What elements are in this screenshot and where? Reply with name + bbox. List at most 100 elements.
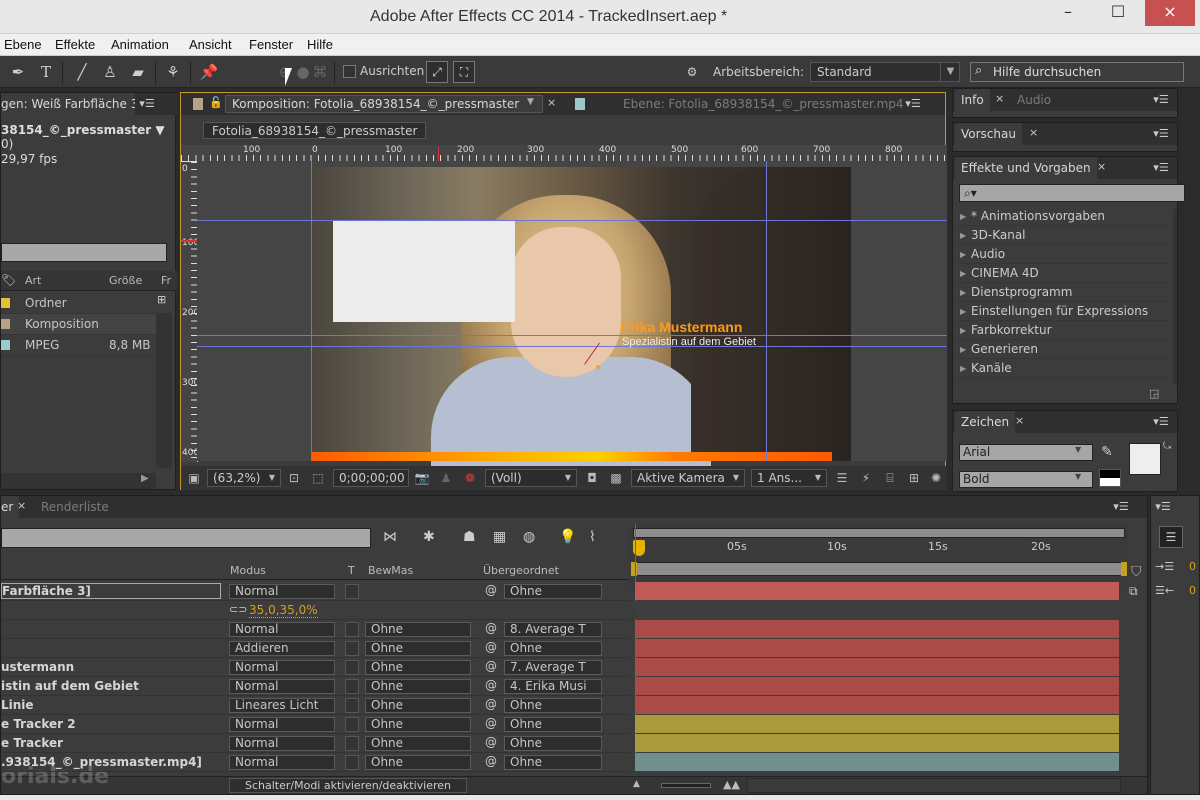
- font-family-select[interactable]: Arial: [959, 444, 1093, 461]
- font-style-select[interactable]: Bold: [959, 471, 1093, 488]
- flowchart-icon[interactable]: ⊞: [905, 469, 923, 487]
- effects-category[interactable]: ▶ Audio: [955, 245, 1170, 264]
- parent-select[interactable]: 4. Erika Musi: [504, 679, 602, 694]
- track-matte-select[interactable]: Ohne: [365, 717, 471, 732]
- close-tab-icon[interactable]: ×: [1015, 414, 1024, 427]
- effects-category[interactable]: ▶ Farbkorrektur: [955, 321, 1170, 340]
- tab-composition[interactable]: Komposition: Fotolia_68938154_©_pressmas…: [225, 95, 543, 113]
- track-matte-select[interactable]: Ohne: [365, 679, 471, 694]
- layer-name[interactable]: .938154_©_pressmaster.mp4]: [1, 755, 202, 769]
- comp-breadcrumb[interactable]: Fotolia_68938154_©_pressmaster: [203, 122, 427, 139]
- track-matte-select[interactable]: Ohne: [365, 641, 471, 656]
- effects-category[interactable]: ▶ Dienstprogramm: [955, 283, 1170, 302]
- panel-menu-icon[interactable]: ▾☰: [1151, 413, 1171, 431]
- effects-category[interactable]: ▶ * Animationsvorgaben: [955, 207, 1170, 226]
- panel-menu-icon[interactable]: ▾☰: [903, 95, 923, 113]
- roto-brush-tool-icon[interactable]: ⚘: [163, 62, 183, 82]
- layer-duration-bar[interactable]: [635, 715, 1119, 733]
- close-tab-icon[interactable]: ×: [547, 96, 556, 109]
- preserve-transparency-checkbox[interactable]: [345, 736, 359, 751]
- draft-3d-icon[interactable]: ✱: [423, 529, 435, 545]
- work-area-end-handle[interactable]: [1121, 562, 1127, 576]
- panel-menu-icon[interactable]: ▾☰: [137, 95, 157, 113]
- panel-menu-icon[interactable]: ▾☰: [1151, 125, 1171, 143]
- comp-button-icon[interactable]: ⧉: [1129, 584, 1138, 599]
- view-axis-icon[interactable]: ⌘: [310, 62, 330, 82]
- motion-blur-icon[interactable]: ◍: [523, 529, 535, 545]
- close-tab-icon[interactable]: ×: [995, 92, 1004, 105]
- parent-pickwhip-icon[interactable]: @: [485, 678, 497, 692]
- parent-select[interactable]: Ohne: [504, 584, 602, 599]
- layer-name[interactable]: Farbfläche 3]: [1, 583, 221, 599]
- parent-pickwhip-icon[interactable]: @: [485, 697, 497, 711]
- project-row[interactable]: MPEG 8,8 MB: [1, 335, 156, 356]
- layer-row[interactable]: e Tracker 2 Normal Ohne @ Ohne: [1, 715, 629, 734]
- layer-duration-bar[interactable]: [635, 696, 1119, 714]
- workspace-select[interactable]: Standard: [810, 62, 960, 82]
- guide-line[interactable]: [766, 161, 767, 461]
- work-area-start-handle[interactable]: [631, 562, 637, 576]
- zoom-in-icon[interactable]: ▲▲: [723, 778, 740, 791]
- effects-scrollbar[interactable]: [1173, 209, 1177, 385]
- guide-line[interactable]: [197, 335, 947, 336]
- tab-effect-controls[interactable]: gen: Weiß Farbfläche 3: [1, 93, 135, 115]
- parent-pickwhip-icon[interactable]: @: [485, 640, 497, 654]
- layer-row[interactable]: Addieren Ohne @ Ohne: [1, 639, 629, 658]
- column-track-matte[interactable]: BewMas: [368, 564, 413, 577]
- layer-duration-bar[interactable]: [635, 620, 1119, 638]
- close-tab-icon[interactable]: ×: [1029, 126, 1038, 139]
- parent-select[interactable]: 7. Average T: [504, 660, 602, 675]
- parent-pickwhip-icon[interactable]: @: [485, 621, 497, 635]
- effects-category[interactable]: ▶ CINEMA 4D: [955, 264, 1170, 283]
- fill-color-swatch[interactable]: [1129, 443, 1161, 475]
- vertical-ruler[interactable]: 0 100 200 300 400: [181, 162, 199, 462]
- menu-effekte[interactable]: Effekte: [55, 34, 95, 56]
- effects-category[interactable]: ▶ Kanäle: [955, 359, 1170, 378]
- frame-blending-icon[interactable]: ▦: [493, 529, 506, 545]
- graph-editor-icon[interactable]: ⌇: [589, 529, 596, 545]
- blend-mode-select[interactable]: Normal: [229, 755, 335, 770]
- column-size[interactable]: Größe: [109, 274, 142, 287]
- guide-line[interactable]: [311, 161, 312, 461]
- solid-layer-white[interactable]: [333, 220, 515, 322]
- panel-menu-icon[interactable]: ▾☰: [1151, 91, 1171, 109]
- layer-duration-bar[interactable]: [635, 753, 1119, 771]
- effects-category[interactable]: ▶ 3D-Kanal: [955, 226, 1170, 245]
- guide-line[interactable]: [197, 220, 947, 221]
- channel-icon[interactable]: ❁: [461, 469, 479, 487]
- preserve-transparency-checkbox[interactable]: [345, 755, 359, 770]
- layer-duration-bar[interactable]: [635, 639, 1119, 657]
- preserve-transparency-checkbox[interactable]: [345, 698, 359, 713]
- eraser-tool-icon[interactable]: ▰: [128, 62, 148, 82]
- time-zoom-slider[interactable]: [661, 783, 711, 788]
- region-of-interest-icon[interactable]: ◘: [583, 469, 601, 487]
- tab-preview[interactable]: Vorschau: [955, 123, 1022, 145]
- fast-preview-icon[interactable]: ⚡: [857, 469, 875, 487]
- eyedropper-icon[interactable]: ✎: [1101, 444, 1113, 460]
- blend-mode-select[interactable]: Normal: [229, 584, 335, 599]
- snap-features-icon[interactable]: ⛶: [453, 61, 475, 83]
- preserve-transparency-checkbox[interactable]: [345, 622, 359, 637]
- parent-select[interactable]: Ohne: [504, 717, 602, 732]
- chevron-down-icon[interactable]: ▼: [1075, 472, 1081, 481]
- snap-edges-icon[interactable]: ⤢: [426, 61, 448, 83]
- safe-margins-icon[interactable]: ⊡: [285, 469, 303, 487]
- layer-duration-bar[interactable]: [635, 658, 1119, 676]
- parent-select[interactable]: Ohne: [504, 641, 602, 656]
- horizontal-ruler[interactable]: 100 0 100 200 300 400 500 600 700 800: [181, 145, 947, 162]
- align-left-icon[interactable]: ☰: [1159, 526, 1183, 548]
- chevron-down-icon[interactable]: ▼: [559, 469, 577, 487]
- comp-marker-bin-icon[interactable]: ⛉: [1131, 564, 1142, 580]
- show-snapshot-icon[interactable]: ♟: [437, 469, 455, 487]
- parent-pickwhip-icon[interactable]: @: [485, 754, 497, 768]
- lock-icon[interactable]: 🔓: [209, 96, 223, 109]
- menu-hilfe[interactable]: Hilfe: [307, 34, 333, 56]
- layer-row[interactable]: Normal Ohne @8. Average T: [1, 620, 629, 639]
- transparency-grid-icon[interactable]: ▩: [607, 469, 625, 487]
- parent-select[interactable]: 8. Average T: [504, 622, 602, 637]
- track-matte-select[interactable]: Ohne: [365, 698, 471, 713]
- preserve-transparency-checkbox[interactable]: [345, 679, 359, 694]
- effects-category[interactable]: ▶ Einstellungen für Expressions: [955, 302, 1170, 321]
- swap-colors-icon[interactable]: ⤿: [1163, 441, 1171, 452]
- menu-ansicht[interactable]: Ansicht: [189, 34, 232, 56]
